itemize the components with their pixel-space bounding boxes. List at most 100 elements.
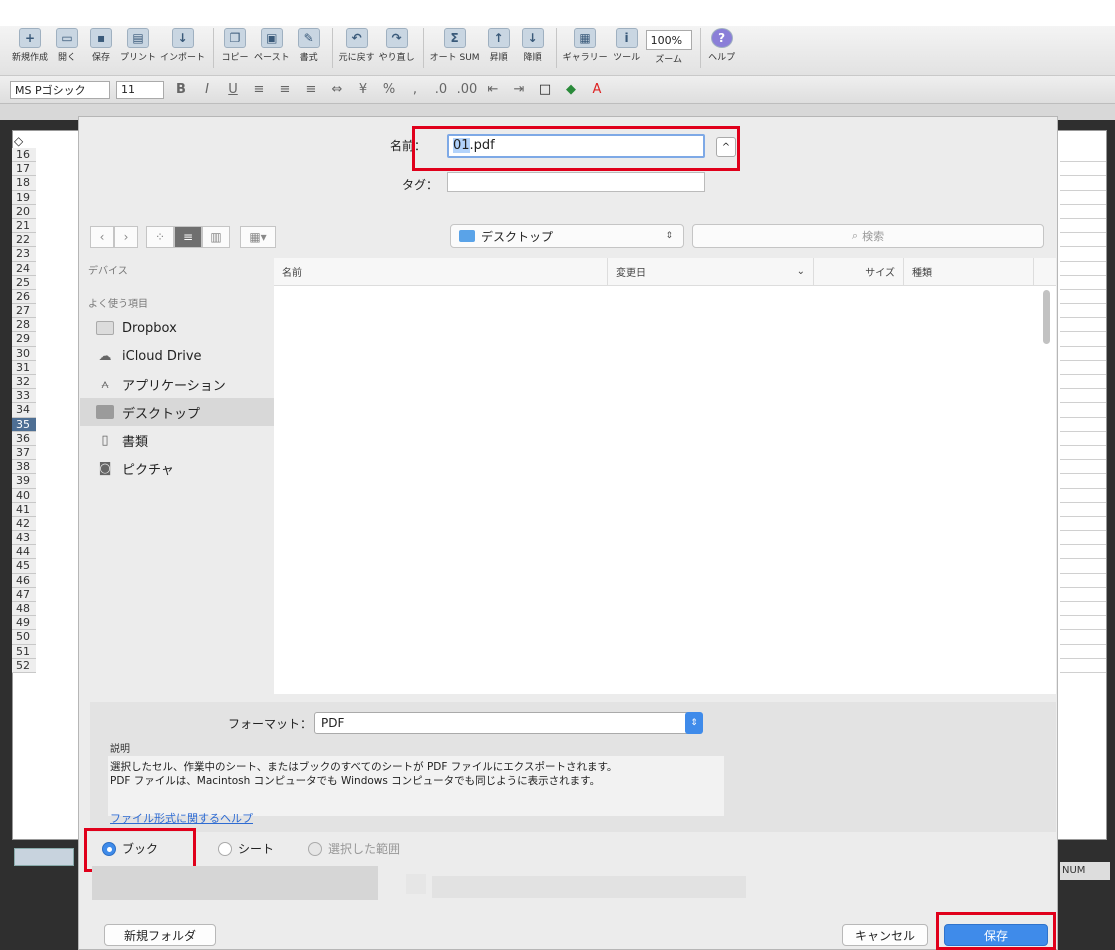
- view-buttons[interactable]: [14, 848, 74, 866]
- row-header[interactable]: 47: [12, 587, 36, 602]
- row-header[interactable]: 43: [12, 531, 36, 546]
- cell[interactable]: [1060, 361, 1106, 375]
- cell[interactable]: [1060, 304, 1106, 319]
- row-header[interactable]: 44: [12, 545, 36, 560]
- row-header[interactable]: 20: [12, 204, 36, 219]
- font-name-select[interactable]: MS Pゴシック: [10, 80, 110, 99]
- borders-icon[interactable]: □: [534, 81, 556, 99]
- new-folder-button[interactable]: 新規フォルダ: [104, 924, 216, 946]
- autosum-button[interactable]: Σ オート SUM: [430, 26, 480, 63]
- tools-button[interactable]: i ツール: [612, 26, 642, 63]
- row-header[interactable]: 35: [12, 417, 36, 432]
- cell[interactable]: [1060, 276, 1106, 290]
- row-header[interactable]: 17: [12, 162, 36, 177]
- format-painter-button[interactable]: ✎ 書式: [294, 26, 324, 63]
- increase-decimal-icon[interactable]: .0: [430, 81, 452, 99]
- cell[interactable]: [1060, 418, 1106, 432]
- row-header[interactable]: 28: [12, 318, 36, 333]
- location-popup[interactable]: デスクトップ ⇕: [450, 224, 684, 248]
- cell[interactable]: [1060, 630, 1106, 645]
- row-header[interactable]: 24: [12, 261, 36, 276]
- row-header[interactable]: 38: [12, 460, 36, 475]
- row-header[interactable]: 37: [12, 445, 36, 461]
- row-header[interactable]: 49: [12, 616, 36, 631]
- radio-selection[interactable]: 選択した範囲: [308, 840, 400, 857]
- cell[interactable]: [1060, 318, 1106, 333]
- underline-icon[interactable]: U: [222, 81, 244, 99]
- row-header[interactable]: 21: [12, 218, 36, 234]
- font-color-icon[interactable]: A: [586, 81, 608, 99]
- cell[interactable]: [1060, 489, 1106, 503]
- cell[interactable]: [1060, 162, 1106, 177]
- row-header[interactable]: 30: [12, 346, 36, 361]
- italic-icon[interactable]: I: [196, 81, 218, 99]
- select-all-icon[interactable]: ◇: [14, 134, 23, 148]
- cell[interactable]: [1060, 332, 1106, 347]
- open-button[interactable]: ▭ 開く: [52, 26, 82, 63]
- cell[interactable]: [1060, 262, 1106, 276]
- sidebar-item-icloud-drive[interactable]: ☁ iCloud Drive: [80, 342, 274, 370]
- row-header[interactable]: 42: [12, 516, 36, 532]
- currency-icon[interactable]: ¥: [352, 81, 374, 99]
- cell[interactable]: [1060, 460, 1106, 475]
- tags-input[interactable]: [447, 172, 705, 192]
- cell[interactable]: [1060, 531, 1106, 546]
- format-select[interactable]: PDF ⇕: [314, 712, 704, 734]
- back-button[interactable]: ‹: [90, 226, 114, 248]
- cell[interactable]: [1060, 645, 1106, 659]
- cell[interactable]: [1060, 233, 1106, 248]
- file-list[interactable]: 名前 変更日 ⌄ サイズ 種類: [274, 257, 1056, 694]
- column-view-button[interactable]: ▥: [202, 226, 230, 248]
- cell[interactable]: [1060, 347, 1106, 361]
- row-header[interactable]: 18: [12, 176, 36, 191]
- cancel-button[interactable]: キャンセル: [842, 924, 928, 946]
- sidebar-item-documents[interactable]: ▯ 書類: [80, 426, 274, 454]
- search-input[interactable]: ⌕ 検索: [692, 224, 1044, 248]
- sidebar-item-applications[interactable]: ⩜ アプリケーション: [80, 370, 274, 398]
- fill-color-icon[interactable]: ◆: [560, 81, 582, 99]
- forward-button[interactable]: ›: [114, 226, 138, 248]
- new-button[interactable]: + 新規作成: [12, 26, 48, 63]
- cell[interactable]: [1060, 205, 1106, 219]
- cell[interactable]: [1060, 517, 1106, 532]
- bold-icon[interactable]: B: [170, 81, 192, 99]
- help-button[interactable]: ? ヘルプ: [707, 26, 737, 63]
- cell[interactable]: [1060, 219, 1106, 234]
- align-left-icon[interactable]: ≡: [248, 81, 270, 99]
- row-header[interactable]: 46: [12, 573, 36, 588]
- sidebar-item-pictures[interactable]: ◙ ピクチャ: [80, 454, 274, 482]
- cell[interactable]: [1060, 290, 1106, 305]
- cell[interactable]: [1060, 446, 1106, 461]
- align-center-icon[interactable]: ≡: [274, 81, 296, 99]
- row-header[interactable]: 36: [12, 431, 36, 446]
- row-header[interactable]: 33: [12, 389, 36, 404]
- row-header[interactable]: 40: [12, 488, 36, 503]
- cell[interactable]: [1060, 574, 1106, 588]
- scrollbar[interactable]: [1043, 290, 1050, 344]
- cell[interactable]: [1060, 148, 1106, 163]
- arrange-button[interactable]: ▦▾: [240, 226, 276, 248]
- sort-descending-button[interactable]: ↓ 降順: [518, 26, 548, 63]
- comma-icon[interactable]: ,: [404, 81, 426, 99]
- row-header[interactable]: 19: [12, 190, 36, 205]
- cell[interactable]: [1060, 559, 1106, 574]
- column-modified[interactable]: 変更日 ⌄: [608, 257, 814, 286]
- column-size[interactable]: サイズ: [814, 257, 904, 286]
- column-kind[interactable]: 種類: [904, 257, 1034, 286]
- cell[interactable]: [1060, 176, 1106, 191]
- zoom-control[interactable]: 100% ズーム: [645, 26, 692, 65]
- format-help-link[interactable]: ファイル形式に関するヘルプ: [110, 810, 253, 826]
- cell[interactable]: [1060, 503, 1106, 517]
- outdent-icon[interactable]: ⇤: [482, 81, 504, 99]
- print-button[interactable]: ▤ プリント: [120, 26, 156, 63]
- row-header[interactable]: 50: [12, 630, 36, 645]
- decrease-decimal-icon[interactable]: .00: [456, 81, 478, 99]
- row-header[interactable]: 25: [12, 275, 36, 290]
- import-button[interactable]: ↓ インポート: [160, 26, 205, 63]
- cell[interactable]: [1060, 432, 1106, 446]
- row-header[interactable]: 22: [12, 233, 36, 248]
- paste-button[interactable]: ▣ ペースト: [254, 26, 290, 63]
- row-header[interactable]: 34: [12, 403, 36, 418]
- row-header[interactable]: 27: [12, 304, 36, 319]
- cell[interactable]: [1060, 375, 1106, 390]
